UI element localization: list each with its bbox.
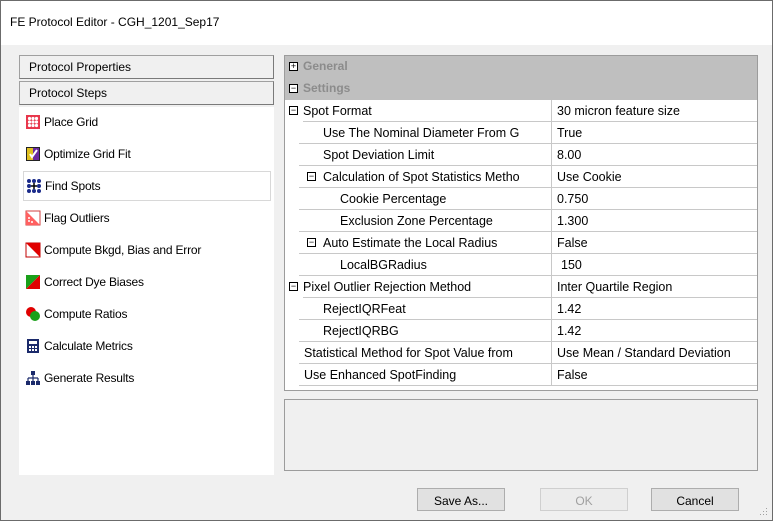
property-row[interactable]: Spot Deviation Limit 8.00	[285, 144, 757, 166]
protocol-editor-window: FE Protocol Editor - CGH_1201_Sep17 Prot…	[0, 0, 773, 521]
cancel-button[interactable]: Cancel	[651, 488, 739, 511]
title-bar: FE Protocol Editor - CGH_1201_Sep17	[1, 1, 772, 45]
step-flag-outliers[interactable]: Flag Outliers	[23, 203, 271, 233]
left-pane: Protocol Properties Protocol Steps Place…	[19, 55, 274, 475]
expand-icon[interactable]: +	[289, 62, 298, 71]
property-value[interactable]: False	[551, 364, 757, 386]
step-compute-bkgd[interactable]: Compute Bkgd, Bias and Error	[23, 235, 271, 265]
step-label: Place Grid	[44, 115, 99, 129]
property-value[interactable]: 8.00	[551, 144, 757, 166]
protocol-steps-list: Place Grid Optimize Grid Fit Find Spots	[19, 107, 274, 475]
property-value[interactable]: 0.750	[551, 188, 757, 210]
step-optimize-grid-fit[interactable]: Optimize Grid Fit	[23, 139, 271, 169]
step-calculate-metrics[interactable]: Calculate Metrics	[23, 331, 271, 361]
property-row[interactable]: Statistical Method for Spot Value from U…	[285, 342, 757, 364]
property-value[interactable]: Use Mean / Standard Deviation	[551, 342, 757, 364]
property-row[interactable]: − Spot Format 30 micron feature size	[285, 100, 757, 122]
protocol-steps-button[interactable]: Protocol Steps	[19, 81, 274, 105]
property-row[interactable]: − Pixel Outlier Rejection Method Inter Q…	[285, 276, 757, 298]
category-settings[interactable]: − Settings	[285, 78, 757, 100]
step-label: Correct Dye Biases	[44, 275, 144, 289]
property-name: Calculation of Spot Statistics Metho	[299, 166, 551, 188]
property-value[interactable]: 1.42	[551, 320, 757, 342]
property-name: Exclusion Zone Percentage	[299, 210, 551, 232]
compute-ratios-icon	[26, 307, 40, 321]
step-label: Optimize Grid Fit	[44, 147, 131, 161]
collapse-icon[interactable]: −	[289, 282, 298, 291]
resize-grip-icon[interactable]	[758, 506, 768, 516]
step-correct-dye-biases[interactable]: Correct Dye Biases	[23, 267, 271, 297]
property-row[interactable]: LocalBGRadius 150	[285, 254, 757, 276]
step-generate-results[interactable]: Generate Results	[23, 363, 271, 393]
step-label: Find Spots	[45, 179, 101, 193]
category-general[interactable]: + General	[285, 56, 757, 78]
row-gutter	[285, 122, 299, 144]
step-label: Calculate Metrics	[44, 339, 133, 353]
find-spots-icon	[27, 179, 41, 193]
step-compute-ratios[interactable]: Compute Ratios	[23, 299, 271, 329]
property-name: Cookie Percentage	[299, 188, 551, 210]
property-name: RejectIQRFeat	[299, 298, 551, 320]
property-value[interactable]: True	[551, 122, 757, 144]
property-row[interactable]: − Calculation of Spot Statistics Metho U…	[285, 166, 757, 188]
property-value[interactable]: Use Cookie	[551, 166, 757, 188]
property-name: Spot Format	[303, 100, 551, 122]
ok-button[interactable]: OK	[540, 488, 628, 511]
property-row[interactable]: RejectIQRFeat 1.42	[285, 298, 757, 320]
property-grid: + General − Settings − Spot Format 30 mi…	[284, 55, 758, 391]
flag-outliers-icon	[25, 210, 41, 226]
property-name: Use Enhanced SpotFinding	[299, 364, 551, 386]
step-label: Compute Bkgd, Bias and Error	[44, 243, 202, 257]
property-name: Spot Deviation Limit	[299, 144, 551, 166]
generate-results-icon	[26, 371, 40, 385]
property-name: Pixel Outlier Rejection Method	[303, 276, 551, 298]
step-place-grid[interactable]: Place Grid	[23, 107, 271, 137]
calculate-metrics-icon	[27, 339, 39, 353]
property-name: RejectIQRBG	[299, 320, 551, 342]
window-title: FE Protocol Editor - CGH_1201_Sep17	[10, 15, 220, 29]
property-value[interactable]: 150	[551, 254, 757, 276]
property-value[interactable]: Inter Quartile Region	[551, 276, 757, 298]
step-label: Flag Outliers	[44, 211, 110, 225]
property-name: Auto Estimate the Local Radius	[299, 232, 551, 254]
step-find-spots[interactable]: Find Spots	[23, 171, 271, 201]
property-value[interactable]: 1.300	[551, 210, 757, 232]
property-value[interactable]: False	[551, 232, 757, 254]
property-row[interactable]: Use Enhanced SpotFinding False	[285, 364, 757, 386]
correct-dye-icon	[26, 275, 40, 289]
property-name: Statistical Method for Spot Value from	[299, 342, 551, 364]
property-row[interactable]: − Auto Estimate the Local Radius False	[285, 232, 757, 254]
description-panel	[284, 399, 758, 471]
property-row[interactable]: Cookie Percentage 0.750	[285, 188, 757, 210]
property-row[interactable]: Exclusion Zone Percentage 1.300	[285, 210, 757, 232]
property-value[interactable]: 1.42	[551, 298, 757, 320]
property-name: Use The Nominal Diameter From G	[299, 122, 551, 144]
collapse-icon[interactable]: −	[289, 106, 298, 115]
step-label: Compute Ratios	[44, 307, 128, 321]
collapse-icon[interactable]: −	[289, 84, 298, 93]
property-value[interactable]: 30 micron feature size	[551, 100, 757, 122]
optimize-grid-icon	[26, 147, 40, 161]
category-label: General	[303, 59, 348, 73]
place-grid-icon	[26, 115, 40, 129]
step-label: Generate Results	[44, 371, 135, 385]
protocol-properties-button[interactable]: Protocol Properties	[19, 55, 274, 79]
category-label: Settings	[303, 81, 351, 95]
save-as-button[interactable]: Save As...	[417, 488, 505, 511]
property-row[interactable]: Use The Nominal Diameter From G True	[285, 122, 757, 144]
property-name: LocalBGRadius	[299, 254, 551, 276]
compute-bkgd-icon	[25, 242, 41, 258]
property-row[interactable]: RejectIQRBG 1.42	[285, 320, 757, 342]
